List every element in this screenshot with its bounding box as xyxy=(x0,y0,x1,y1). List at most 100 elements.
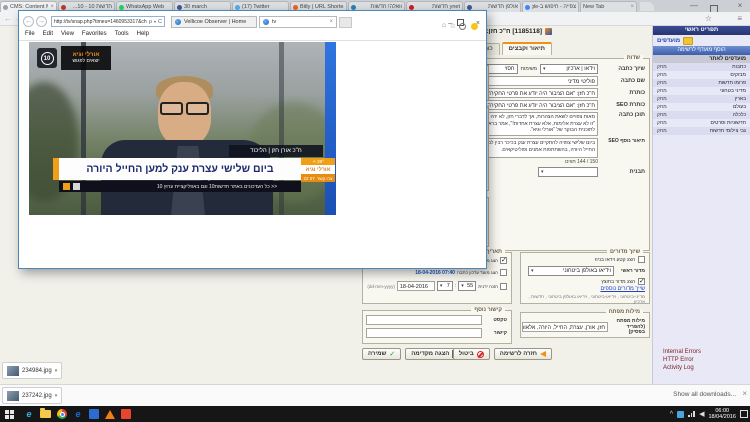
delete-link[interactable]: מחק xyxy=(657,112,667,118)
delete-link[interactable]: מחק xyxy=(657,104,667,110)
delete-link[interactable]: מחק xyxy=(657,128,667,134)
tab-favicon xyxy=(177,5,182,10)
popup-back-icon[interactable]: ← xyxy=(23,16,34,27)
popup-tab-observer[interactable]: Vellicoe Observer | Home xyxy=(171,16,257,28)
refresh-icon[interactable]: C xyxy=(158,19,162,25)
delete-link[interactable]: מחק xyxy=(657,120,667,126)
checkbox-checked[interactable] xyxy=(638,278,645,285)
minimize-icon[interactable]: — xyxy=(686,0,702,12)
menu-help[interactable]: Help xyxy=(137,31,149,37)
favorite-item[interactable]: כתבותמחק xyxy=(653,63,750,71)
favorites-title[interactable]: מועדפים xyxy=(653,35,750,46)
browser-tab-new[interactable]: New Tab× xyxy=(580,1,637,12)
tab-close-icon[interactable]: × xyxy=(329,19,333,25)
show-all-downloads-link[interactable]: Show all downloads... xyxy=(673,391,736,398)
checkbox[interactable] xyxy=(638,256,645,263)
save-button[interactable]: ✓שמירה xyxy=(362,348,401,360)
feedback-smiley-icon[interactable] xyxy=(471,23,478,30)
menu-view[interactable]: View xyxy=(61,31,74,37)
tray-expand-icon[interactable]: ^ xyxy=(670,411,673,418)
file-thumbnail xyxy=(7,391,19,401)
menu-favorites[interactable]: Favorites xyxy=(82,31,107,37)
attachment-file-chip[interactable]: 234984.jpg ▾ xyxy=(2,362,62,379)
edge-icon[interactable]: e xyxy=(21,406,37,422)
chevron-down-icon[interactable]: ▾ xyxy=(154,19,156,24)
menu-file[interactable]: File xyxy=(25,31,35,37)
start-button[interactable] xyxy=(5,410,14,419)
download-item-chip[interactable]: 237242.jpg ▾ xyxy=(2,387,62,404)
cancel-button[interactable]: ביטול xyxy=(453,348,490,360)
link-text-input[interactable] xyxy=(366,315,482,325)
main-section-select[interactable]: וידיאו באולפן ביטחוני▾ xyxy=(528,266,614,276)
popup-window: – × ← → http://tv/snap.php?timeu=1460953… xyxy=(18,10,487,269)
popup-address-bar[interactable]: http://tv/snap.php?timeu=1460953317&chu … xyxy=(51,16,165,27)
favorites-star-icon[interactable]: ☆ xyxy=(450,22,456,30)
app-icon-red[interactable] xyxy=(121,409,131,419)
favorite-item[interactable]: מבזקיםמחק xyxy=(653,71,750,79)
internal-errors-link[interactable]: Internal Errors xyxy=(663,348,701,356)
delete-link[interactable]: מחק xyxy=(657,64,667,70)
close-icon[interactable]: × xyxy=(732,0,748,12)
settings-gear-icon[interactable] xyxy=(459,23,466,30)
new-tab-button[interactable] xyxy=(640,2,654,11)
checkbox-checked[interactable] xyxy=(500,257,507,264)
minute-select[interactable]: 55▾ xyxy=(458,281,476,291)
popup-forward-icon[interactable]: → xyxy=(36,16,47,27)
network-icon[interactable] xyxy=(688,411,695,417)
home-icon[interactable]: ⌂ xyxy=(442,22,446,29)
add-favorite-button[interactable]: הוסף מועדף לרשימה xyxy=(653,46,750,55)
favorite-item[interactable]: חדשוניות וסרטיםמחק xyxy=(653,119,750,127)
back-icon[interactable]: ← xyxy=(4,14,12,23)
delete-link[interactable]: מחק xyxy=(657,96,667,102)
chevron-down-icon[interactable]: ▾ xyxy=(55,368,58,374)
menu-edit[interactable]: Edit xyxy=(43,31,53,37)
story-name-row: שם כתבה פוליטי מדיני xyxy=(464,76,645,86)
updated-datetime: 07:40 18-04-2016 xyxy=(415,270,455,276)
popup-new-tab-stub[interactable] xyxy=(339,17,352,28)
menu-tools[interactable]: Tools xyxy=(115,31,129,37)
http-error-link[interactable]: HTTP Error xyxy=(663,356,701,364)
delete-link[interactable]: מחק xyxy=(657,72,667,78)
link-url-input[interactable] xyxy=(366,328,482,338)
window-controls: — xyxy=(686,0,702,12)
keywords-input[interactable]: חזן, אורן, עצרת, החייל, היורה, אלאור, אז… xyxy=(522,322,608,332)
bookmark-star-icon[interactable]: ☆ xyxy=(705,14,712,23)
file-explorer-icon[interactable] xyxy=(40,410,51,418)
action-center-icon[interactable] xyxy=(740,410,748,418)
tab-description-files[interactable]: תיאור וקבצים xyxy=(502,42,552,55)
favorite-item[interactable]: מדיני בטחונימחק xyxy=(653,87,750,95)
favorite-item[interactable]: בארץמחק xyxy=(653,95,750,103)
delete-link[interactable]: מחק xyxy=(657,80,667,86)
chrome-icon[interactable] xyxy=(57,409,67,419)
hour-select[interactable]: 7▾ xyxy=(437,281,453,291)
close-downloads-icon[interactable]: × xyxy=(742,389,747,398)
search-icon[interactable]: ρ xyxy=(149,19,152,25)
popup-tab-tv[interactable]: tv × xyxy=(259,16,337,28)
favorite-item[interactable]: פרומו חדשותמחק xyxy=(653,79,750,87)
tray-app-icon[interactable] xyxy=(677,411,684,418)
favorite-item[interactable]: גבי צילומי חדשותמחק xyxy=(653,127,750,135)
favorite-item[interactable]: בעולםמחק xyxy=(653,103,750,111)
tab-favicon xyxy=(409,5,414,10)
menu-icon[interactable]: ≡ xyxy=(737,14,742,23)
assign-sections-link[interactable]: שייך מדורים נוספים xyxy=(600,286,645,292)
activity-log-link[interactable]: Activity Log xyxy=(663,364,701,372)
app-icon-blue[interactable] xyxy=(89,409,99,419)
tab-close-icon[interactable]: × xyxy=(630,4,634,10)
template-row: תבנית ▾ xyxy=(538,167,645,177)
chevron-down-icon[interactable]: ▾ xyxy=(55,393,58,399)
favorite-item[interactable]: כלכלהמחק xyxy=(653,111,750,119)
browser-tab[interactable]: צפייה - חיפוש ב-Google xyxy=(522,1,579,12)
checkbox[interactable] xyxy=(500,269,507,276)
template-select[interactable]: ▾ xyxy=(538,167,598,177)
date-input[interactable]: 18-04-2016 xyxy=(397,281,435,291)
checkbox[interactable] xyxy=(500,283,507,290)
back-to-list-button[interactable]: חזרה לרשימה xyxy=(494,348,552,360)
department-select[interactable]: וידאו | ארכיון▾ xyxy=(540,64,598,74)
taskbar-clock[interactable]: 06:00 18/04/2016 xyxy=(708,408,736,421)
volume-icon[interactable]: ◀ xyxy=(699,410,704,418)
internet-explorer-icon[interactable]: e xyxy=(70,406,86,422)
vlc-icon[interactable] xyxy=(105,410,115,419)
delete-link[interactable]: מחק xyxy=(657,88,667,94)
tab-favicon xyxy=(61,5,66,10)
